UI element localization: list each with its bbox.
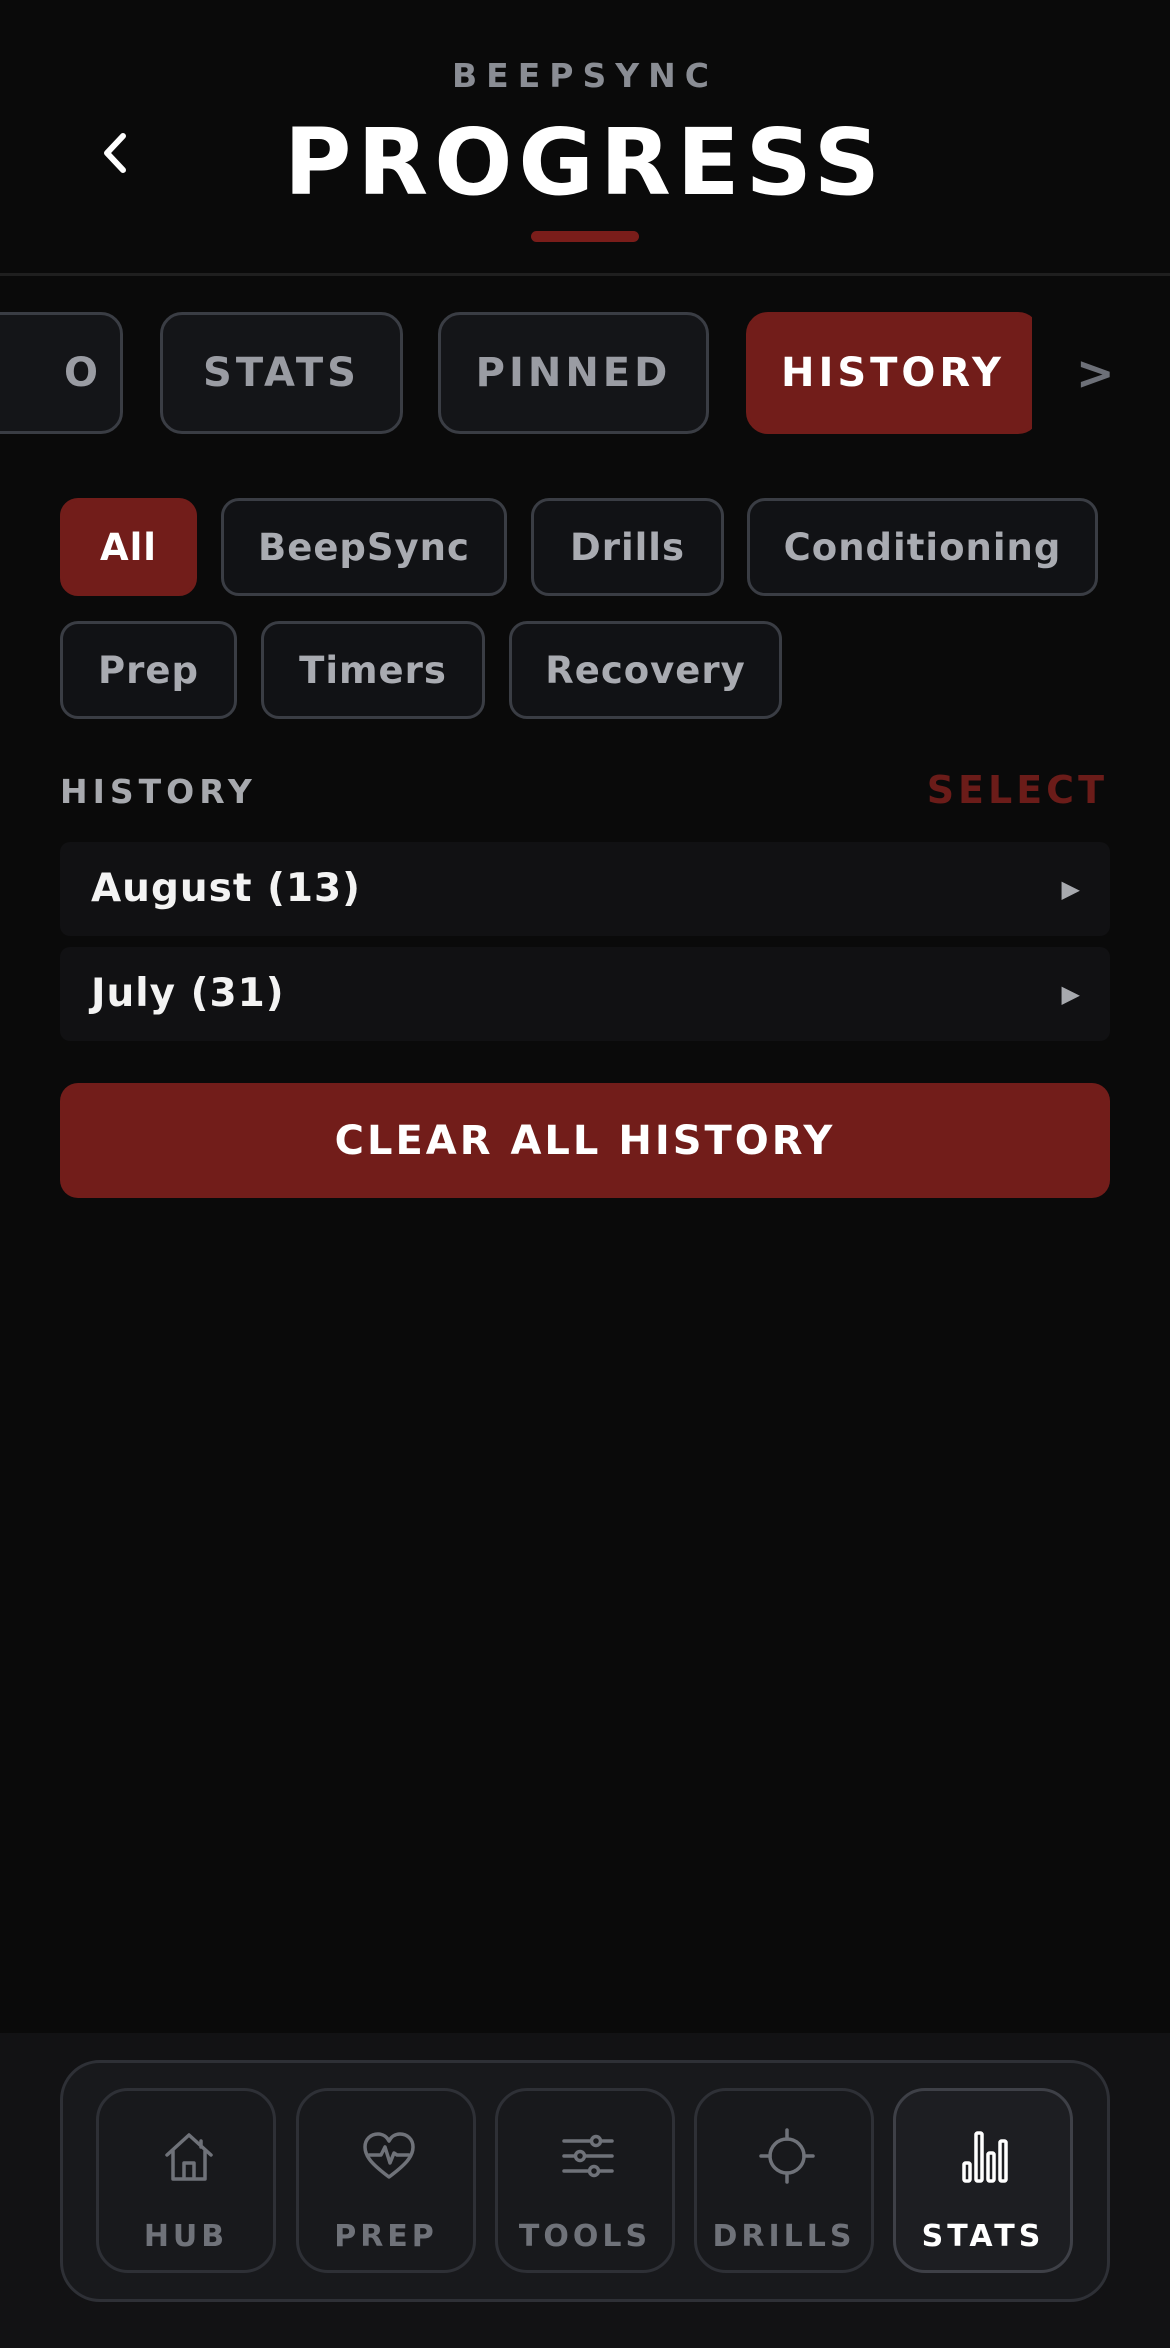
history-month-row[interactable]: July (31) ▶ bbox=[60, 947, 1110, 1041]
history-section-label: HISTORY bbox=[60, 772, 257, 811]
filter-chip-recovery[interactable]: Recovery bbox=[509, 621, 782, 719]
filter-chip-timers[interactable]: Timers bbox=[261, 621, 485, 719]
tab-pinned[interactable]: PINNED bbox=[438, 312, 709, 434]
chip-label: All bbox=[99, 525, 157, 569]
chip-label: Timers bbox=[299, 648, 447, 692]
nav-label: HUB bbox=[143, 2219, 229, 2254]
heart-pulse-icon bbox=[363, 2132, 415, 2179]
sliders-icon bbox=[562, 2134, 614, 2178]
app-name: BEEPSYNC bbox=[452, 56, 718, 95]
chip-label: Prep bbox=[98, 648, 199, 692]
nav-item-stats[interactable]: STATS bbox=[893, 2088, 1073, 2273]
nav-label: PREP bbox=[334, 2219, 438, 2254]
filter-chip-conditioning[interactable]: Conditioning bbox=[747, 498, 1098, 596]
nav-item-tools[interactable]: TOOLS bbox=[495, 2088, 675, 2273]
tabs-next-button[interactable]: > bbox=[1032, 312, 1170, 434]
month-label: August (13) bbox=[91, 866, 361, 911]
chip-label: Conditioning bbox=[783, 525, 1062, 569]
tab-label: PINNED bbox=[475, 350, 672, 396]
filter-chip-beepsync[interactable]: BeepSync bbox=[221, 498, 507, 596]
crosshair-icon bbox=[759, 2128, 815, 2184]
history-month-row[interactable]: August (13) ▶ bbox=[60, 842, 1110, 936]
header: BEEPSYNC PROGRESS bbox=[0, 0, 1170, 276]
chip-label: Drills bbox=[569, 525, 686, 569]
clear-all-history-label: CLEAR ALL HISTORY bbox=[334, 1117, 836, 1164]
filter-chip-all[interactable]: All bbox=[60, 498, 197, 596]
tab-label: O bbox=[63, 350, 102, 396]
home-icon bbox=[165, 2133, 213, 2181]
filter-chip-drills[interactable]: Drills bbox=[531, 498, 724, 596]
expand-arrow-icon: ▶ bbox=[1061, 980, 1080, 1008]
nav-label: STATS bbox=[921, 2219, 1045, 2254]
page-title: PROGRESS bbox=[283, 109, 887, 216]
tab-stats[interactable]: STATS bbox=[160, 312, 403, 434]
nav-label: TOOLS bbox=[518, 2219, 652, 2254]
tab-partial[interactable]: O bbox=[0, 312, 123, 434]
nav-item-drills[interactable]: DRILLS bbox=[694, 2088, 874, 2273]
tab-history[interactable]: HISTORY bbox=[746, 312, 1040, 434]
bar-chart-icon bbox=[962, 2131, 1008, 2183]
month-label: July (31) bbox=[91, 971, 285, 1016]
chip-label: BeepSync bbox=[258, 525, 470, 569]
nav-label: DRILLS bbox=[712, 2219, 856, 2254]
nav-item-hub[interactable]: HUB bbox=[96, 2088, 276, 2273]
filter-chip-prep[interactable]: Prep bbox=[60, 621, 237, 719]
nav-item-prep[interactable]: PREP bbox=[296, 2088, 476, 2273]
clear-all-history-button[interactable]: CLEAR ALL HISTORY bbox=[60, 1083, 1110, 1198]
select-button[interactable]: SELECT bbox=[927, 768, 1108, 812]
tabs-strip: O STATS PINNED HISTORY > bbox=[0, 310, 1170, 440]
tab-label: STATS bbox=[203, 350, 360, 396]
chevron-right-icon: > bbox=[1076, 346, 1115, 400]
tab-label: HISTORY bbox=[780, 350, 1006, 396]
expand-arrow-icon: ▶ bbox=[1061, 875, 1080, 903]
chip-label: Recovery bbox=[545, 648, 746, 692]
title-underline bbox=[531, 231, 639, 242]
